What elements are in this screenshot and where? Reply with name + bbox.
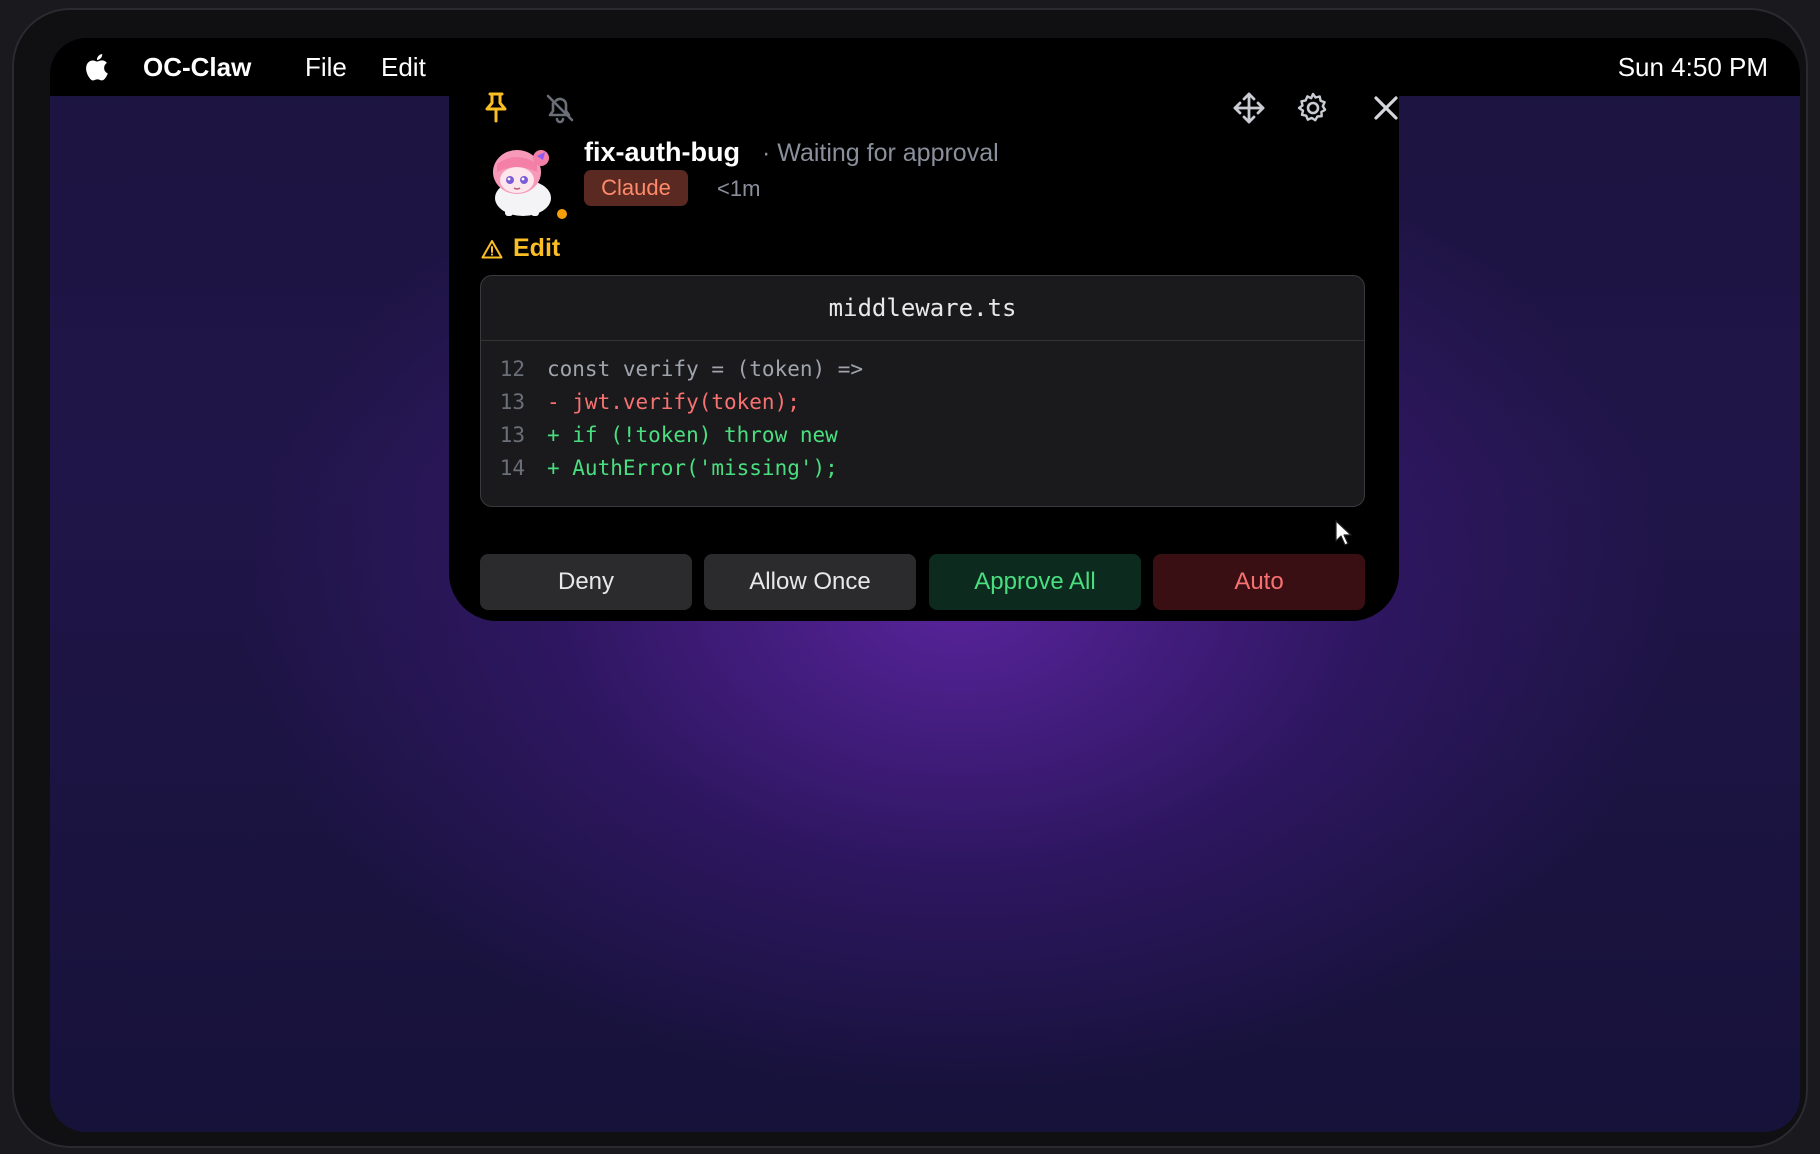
mouse-cursor-icon (1335, 520, 1352, 546)
line-code-context: const verify = (token) => (547, 357, 864, 381)
session-status: · Waiting for approval (762, 139, 999, 167)
line-number: 12 (499, 357, 525, 381)
session-name: fix-auth-bug (584, 137, 740, 167)
menubar-clock[interactable]: Sun 4:50 PM (1618, 52, 1768, 83)
diff-line: 12 const verify = (token) => (481, 353, 1364, 386)
menu-file[interactable]: File (305, 52, 347, 83)
tool-label: Edit (481, 234, 560, 263)
diff-lines: 12 const verify = (token) => 13 - jwt.ve… (481, 341, 1364, 485)
diff-line: 13 - jwt.verify(token); (481, 386, 1364, 419)
agent-badge: Claude (584, 170, 688, 206)
avatar (493, 150, 551, 216)
diff-viewer: middleware.ts 12 const verify = (token) … (480, 275, 1365, 507)
tool-name: Edit (513, 234, 561, 262)
device-frame: OC-Claw File Edit Sun 4:50 PM fix-auth-b… (12, 8, 1808, 1148)
line-code-added: + if (!token) throw new (547, 423, 838, 447)
app-name[interactable]: OC-Claw (143, 52, 251, 83)
pin-icon[interactable] (477, 89, 515, 127)
elapsed-time: <1m (717, 176, 761, 201)
diff-line: 14 + AuthError('missing'); (481, 452, 1364, 485)
diff-line: 13 + if (!token) throw new (481, 419, 1364, 452)
apple-logo-icon[interactable] (82, 52, 110, 82)
line-code-removed: - jwt.verify(token); (547, 390, 800, 414)
move-icon[interactable] (1230, 89, 1268, 127)
line-number: 13 (499, 390, 525, 414)
approve-all-button[interactable]: Approve All (929, 554, 1141, 610)
menu-edit[interactable]: Edit (381, 52, 426, 83)
close-icon[interactable] (1367, 89, 1405, 127)
deny-button[interactable]: Deny (480, 554, 692, 610)
diff-filename: middleware.ts (481, 276, 1364, 341)
warning-icon (481, 239, 503, 258)
line-number: 14 (499, 456, 525, 480)
desktop-screen: OC-Claw File Edit Sun 4:50 PM fix-auth-b… (50, 38, 1800, 1132)
line-code-added: + AuthError('missing'); (547, 456, 838, 480)
status-dot (555, 207, 569, 221)
bell-off-icon[interactable] (541, 89, 579, 127)
allow-once-button[interactable]: Allow Once (704, 554, 916, 610)
auto-button[interactable]: Auto (1153, 554, 1365, 610)
approval-panel: fix-auth-bug · Waiting for approval Clau… (449, 38, 1399, 621)
line-number: 13 (499, 423, 525, 447)
gear-icon[interactable] (1294, 89, 1332, 127)
